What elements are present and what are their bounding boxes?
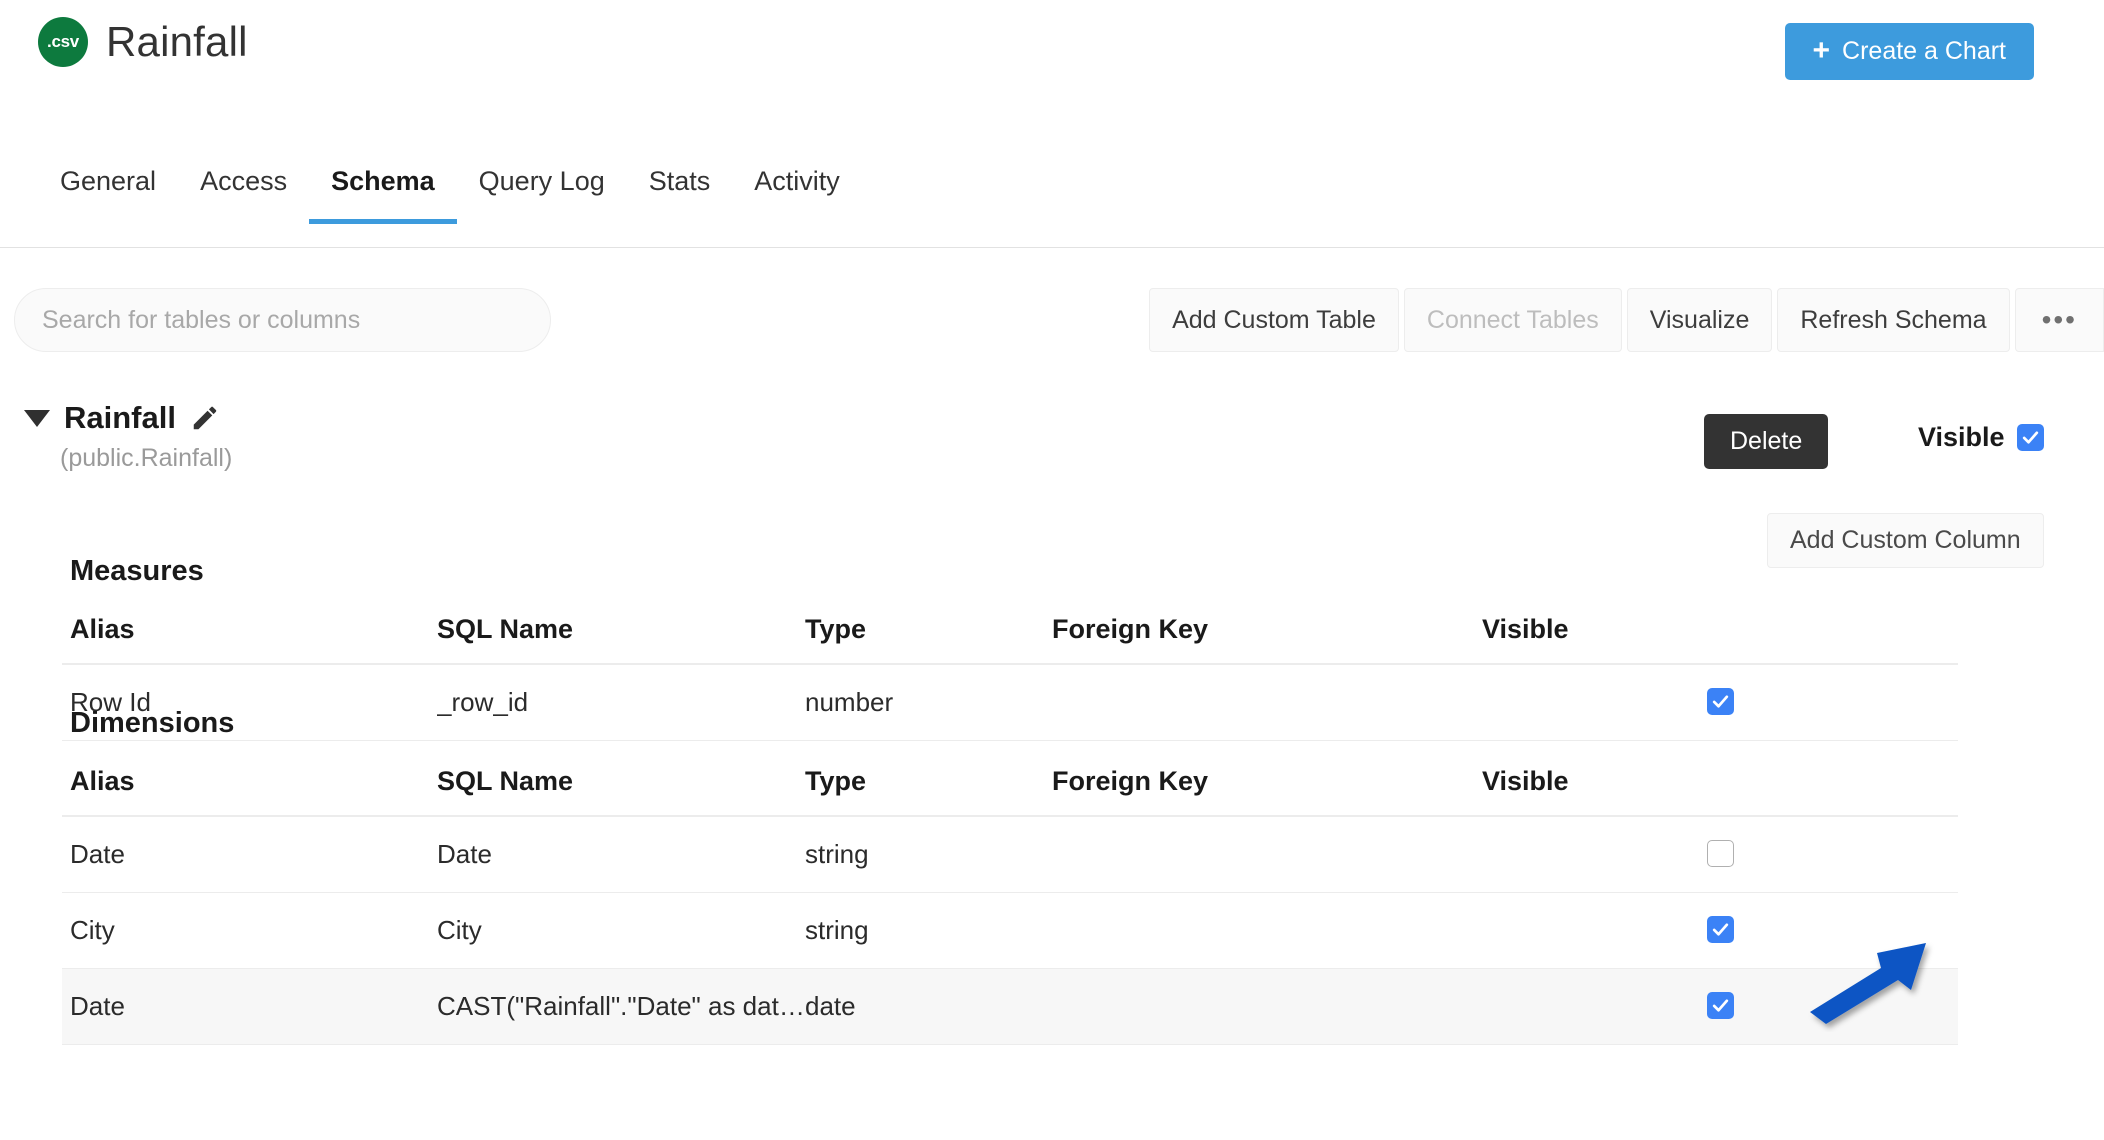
column-header-sql-name: SQL Name <box>437 766 805 817</box>
tab-stats[interactable]: Stats <box>627 160 733 223</box>
column-header-visible: Visible <box>1482 614 1958 665</box>
cell-foreign-key <box>1052 816 1482 893</box>
document-identity: .csv Rainfall <box>38 17 248 67</box>
table-name-row: Rainfall <box>24 400 220 436</box>
create-chart-button[interactable]: + Create a Chart <box>1784 23 2034 80</box>
tab-bar: General Access Schema Query Log Stats Ac… <box>0 160 2104 248</box>
cell-sql-name: Date <box>437 816 805 893</box>
connect-tables-button: Connect Tables <box>1403 288 1622 352</box>
csv-file-icon: .csv <box>38 17 88 67</box>
cell-type: string <box>805 816 1052 893</box>
collapse-triangle-icon[interactable] <box>24 409 50 427</box>
column-header-alias: Alias <box>62 766 437 817</box>
create-chart-label: Create a Chart <box>1842 37 2006 65</box>
tab-schema[interactable]: Schema <box>309 160 457 224</box>
toolbar-button-group: Add Custom Table Connect Tables Visualiz… <box>1144 288 2104 352</box>
search-input[interactable] <box>14 288 551 352</box>
column-header-type: Type <box>805 766 1052 817</box>
cell-visible <box>1482 892 1958 969</box>
cell-alias: Date <box>62 968 437 1045</box>
cell-sql-name: CAST("Rainfall"."Date" as date... <box>437 968 805 1045</box>
table-visible-control: Visible <box>1918 422 2044 453</box>
table-qualified-name: (public.Rainfall) <box>60 444 233 472</box>
measures-section-title: Measures <box>70 555 204 587</box>
table-row: City City string <box>62 892 1958 969</box>
table-header-row: Alias SQL Name Type Foreign Key Visible <box>62 766 1958 817</box>
dimensions-table: Alias SQL Name Type Foreign Key Visible … <box>62 766 1958 1045</box>
schema-toolbar: Add Custom Table Connect Tables Visualiz… <box>0 288 2104 352</box>
row-visible-checkbox[interactable] <box>1706 992 1734 1019</box>
tab-general[interactable]: General <box>38 160 178 223</box>
delete-table-button[interactable]: Delete <box>1704 414 1829 469</box>
table-visible-checkbox[interactable] <box>2016 424 2044 451</box>
column-header-alias: Alias <box>62 614 437 665</box>
cell-sql-name: City <box>437 892 805 969</box>
cell-alias: City <box>62 892 437 969</box>
column-header-foreign-key: Foreign Key <box>1052 766 1482 817</box>
cell-alias: Date <box>62 816 437 893</box>
row-visible-checkbox[interactable] <box>1706 840 1734 867</box>
more-options-button[interactable]: ••• <box>2014 288 2104 352</box>
tab-access[interactable]: Access <box>178 160 309 223</box>
column-header-visible: Visible <box>1482 766 1958 817</box>
ellipsis-icon: ••• <box>2041 303 2077 335</box>
tab-query-log[interactable]: Query Log <box>457 160 627 223</box>
schema-page: .csv Rainfall + Create a Chart General A… <box>0 0 2104 1140</box>
cell-visible <box>1482 968 1958 1045</box>
row-visible-checkbox[interactable] <box>1706 916 1734 943</box>
table-row: Date CAST("Rainfall"."Date" as date... d… <box>62 968 1958 1045</box>
refresh-schema-button[interactable]: Refresh Schema <box>1777 288 2010 352</box>
page-title: Rainfall <box>106 18 248 65</box>
page-header: .csv Rainfall + Create a Chart <box>0 0 2104 118</box>
column-header-sql-name: SQL Name <box>437 614 805 665</box>
cell-type: date <box>805 968 1052 1045</box>
table-header-row: Alias SQL Name Type Foreign Key Visible <box>62 614 1958 665</box>
visualize-button[interactable]: Visualize <box>1626 288 1773 352</box>
column-header-type: Type <box>805 614 1052 665</box>
tab-activity[interactable]: Activity <box>732 160 862 223</box>
cell-type: string <box>805 892 1052 969</box>
dimensions-section: Dimensions Alias SQL Name Type Foreign K… <box>62 707 1958 1045</box>
cell-foreign-key <box>1052 968 1482 1045</box>
cell-foreign-key <box>1052 892 1482 969</box>
add-custom-table-button[interactable]: Add Custom Table <box>1149 288 1399 352</box>
dimensions-section-title: Dimensions <box>70 707 235 739</box>
edit-pencil-icon[interactable] <box>190 403 220 433</box>
table-row: Date Date string <box>62 816 1958 893</box>
cell-visible <box>1482 816 1958 893</box>
table-name: Rainfall <box>64 400 176 435</box>
table-visible-label: Visible <box>1918 422 2005 452</box>
column-header-foreign-key: Foreign Key <box>1052 614 1482 665</box>
plus-icon: + <box>1812 33 1831 67</box>
